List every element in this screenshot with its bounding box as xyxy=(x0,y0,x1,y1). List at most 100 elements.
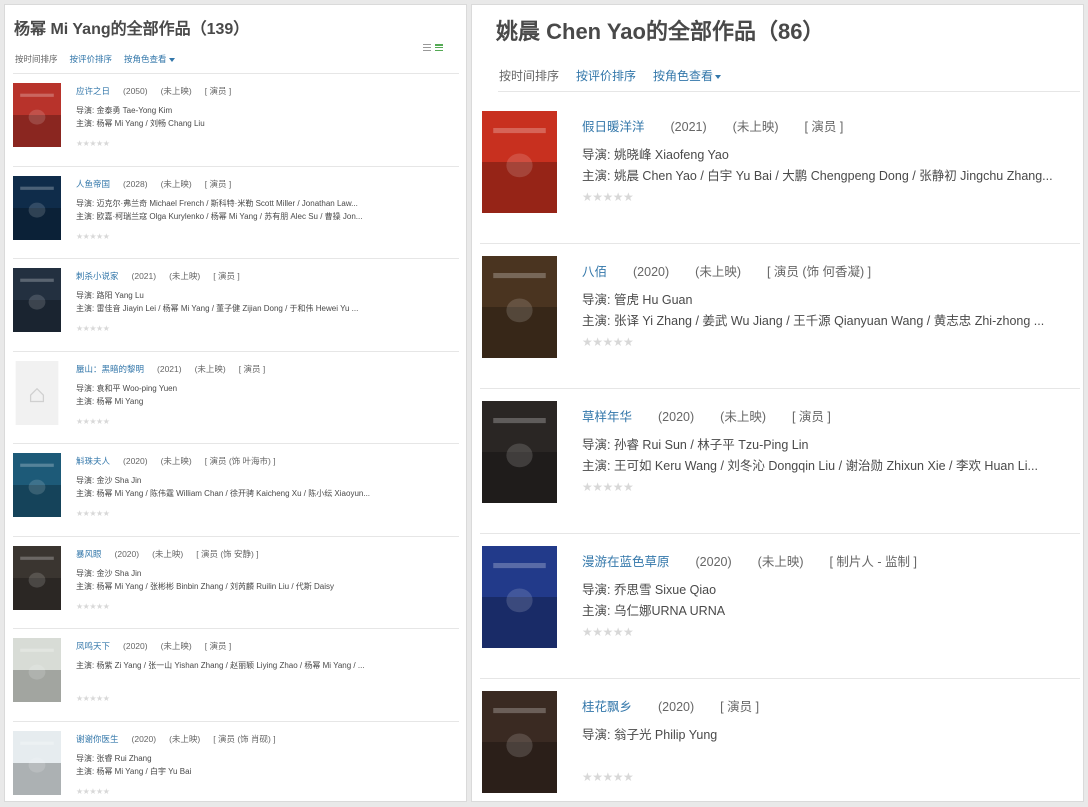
film-cast: 主演: 杨幂 Mi Yang / 陈伟霆 William Chan / 徐开骋 … xyxy=(76,489,371,498)
film-poster[interactable] xyxy=(482,401,557,503)
rating-stars: ★★★★★ xyxy=(582,770,634,784)
film-role: [ 演员 ] xyxy=(213,271,240,281)
film-year: (2021) xyxy=(131,271,157,281)
film-role: [ 演员 ] xyxy=(204,86,232,96)
film-director: 导演: 孙睿 Rui Sun / 林子平 Tzu-Ping Lin xyxy=(582,438,809,452)
film-status: (未上映) xyxy=(160,86,192,96)
film-title-link[interactable]: 斛珠夫人 xyxy=(76,455,110,467)
divider xyxy=(480,533,1080,534)
film-poster[interactable] xyxy=(482,111,557,213)
film-status: (未上映) xyxy=(732,120,779,134)
rating-stars: ★★★★★ xyxy=(76,509,110,518)
film-poster[interactable] xyxy=(13,268,61,332)
film-year: (2020) xyxy=(114,548,140,559)
film-title-link[interactable]: 漫游在蓝色草原 xyxy=(582,551,670,570)
film-cast: 主演: 杨幂 Mi Yang xyxy=(76,396,144,406)
film-director: 导演: 姚晓峰 Xiaofeng Yao xyxy=(582,148,729,162)
film-director: 导演: 金沙 Sha Jin xyxy=(76,568,142,578)
film-poster[interactable] xyxy=(482,546,557,648)
film-header: 草样年华 (2020) (未上映) [ 演员 ] xyxy=(582,406,831,425)
film-director: 导演: 路阳 Yang Lu xyxy=(76,291,144,300)
sort-by-rating[interactable]: 按评价排序 xyxy=(576,67,636,84)
film-role: [ 演员 ] xyxy=(791,410,831,424)
film-poster[interactable] xyxy=(13,360,61,425)
film-role: [ 演员 (饰 何香凝) ] xyxy=(766,265,872,279)
view-switcher xyxy=(423,44,443,51)
film-year: (2020) xyxy=(695,555,732,569)
film-status: (未上映) xyxy=(169,733,201,744)
film-poster[interactable] xyxy=(13,545,61,610)
sort-by-role[interactable]: 按角色查看 xyxy=(124,53,175,65)
film-status: (未上映) xyxy=(152,548,184,559)
divider xyxy=(13,258,459,259)
sort-bar: 按时间排序 按评价排序 按角色查看 xyxy=(499,67,722,84)
film-status: (未上映) xyxy=(757,555,804,569)
film-cast: 主演: 雷佳音 Jiayin Lei / 杨幂 Mi Yang / 董子健 Zi… xyxy=(76,304,359,313)
film-title-link[interactable]: 应许之日 xyxy=(76,85,110,97)
film-poster[interactable] xyxy=(482,691,557,793)
rating-stars: ★★★★★ xyxy=(582,625,634,639)
film-year: (2020) xyxy=(633,265,670,279)
film-title-link[interactable]: 假日暖洋洋 xyxy=(582,116,645,135)
film-title-link[interactable]: 蜃山：黑暗的黎明 xyxy=(76,363,144,375)
film-poster[interactable] xyxy=(482,256,557,358)
grid-view-icon[interactable] xyxy=(435,44,443,51)
divider xyxy=(480,388,1080,389)
film-role: [ 演员 (饰 肖砚) ] xyxy=(213,733,276,744)
film-header: 漫游在蓝色草原 (2020) (未上映) [ 制片人 - 监制 ] xyxy=(582,551,917,570)
film-role: [ 演员 ] xyxy=(804,120,844,134)
film-poster[interactable] xyxy=(13,638,61,702)
divider xyxy=(480,678,1080,679)
sort-by-rating[interactable]: 按评价排序 xyxy=(70,53,113,65)
film-title-link[interactable]: 凤鸣天下 xyxy=(76,640,110,652)
film-title-link[interactable]: 暴风眼 xyxy=(76,548,102,560)
film-poster[interactable] xyxy=(13,453,61,517)
film-cast: 主演: 杨幂 Mi Yang / 白宇 Yu Bai xyxy=(76,766,192,776)
film-director: 导演: 金沙 Sha Jin xyxy=(76,476,142,485)
left-filmography-panel: 杨幂 Mi Yang的全部作品（139） 按时间排序 按评价排序 按角色查看 应… xyxy=(4,4,467,802)
film-item: 假日暖洋洋 (2021) (未上映) [ 演员 ] 导演: 姚晓峰 Xiaofeng Y… xyxy=(472,102,1083,247)
film-item: 斛珠夫人 (2020) (未上映) [ 演员 (饰 叶海市) ] 导演: 金沙 Sha … xyxy=(5,447,466,540)
film-status: (未上映) xyxy=(194,363,226,374)
film-director: 导演: 金泰勇 Tae-Yong Kim xyxy=(76,106,173,115)
sort-by-role[interactable]: 按角色查看 xyxy=(653,67,722,84)
film-cast: 主演: 杨紫 Zi Yang / 张一山 Yishan Zhang / 赵丽颖 … xyxy=(76,661,365,670)
film-status: (未上映) xyxy=(720,410,766,424)
film-role: [ 演员 ] xyxy=(238,363,266,374)
film-item: 漫游在蓝色草原 (2020) (未上映) [ 制片人 - 监制 ] 导演: 乔思雪 Si… xyxy=(472,537,1083,682)
film-header: 八佰 (2020) (未上映) [ 演员 (饰 何香凝) ] xyxy=(582,261,871,280)
film-item: 谢谢你医生 (2020) (未上映) [ 演员 (饰 肖砚) ] 导演: 张睿 Rui … xyxy=(5,725,466,802)
film-director: 导演: 乔思雪 Sixue Qiao xyxy=(582,583,717,597)
film-role: [ 演员 (饰 叶海市) ] xyxy=(204,456,276,466)
film-title-link[interactable]: 桂花飘乡 xyxy=(582,696,632,715)
film-header: 斛珠夫人 (2020) (未上映) [ 演员 (饰 叶海市) ] xyxy=(76,455,276,467)
film-title-link[interactable]: 人鱼帝国 xyxy=(76,178,110,190)
film-title-link[interactable]: 草样年华 xyxy=(582,406,632,425)
rating-stars: ★★★★★ xyxy=(76,324,110,333)
film-year: (2050) xyxy=(123,86,148,96)
film-poster[interactable] xyxy=(13,83,61,147)
film-role: [ 制片人 - 监制 ] xyxy=(829,555,917,569)
rating-stars: ★★★★★ xyxy=(582,480,634,494)
sort-by-time[interactable]: 按时间排序 xyxy=(15,53,58,65)
film-title-link[interactable]: 谢谢你医生 xyxy=(76,733,119,745)
sort-bar: 按时间排序 按评价排序 按角色查看 xyxy=(15,53,175,65)
list-view-icon[interactable] xyxy=(423,44,431,51)
film-title-link[interactable]: 刺杀小说家 xyxy=(76,270,119,282)
film-header: 凤鸣天下 (2020) (未上映) [ 演员 ] xyxy=(76,640,231,652)
film-header: 蜃山：黑暗的黎明 (2021) (未上映) [ 演员 ] xyxy=(76,363,265,375)
divider xyxy=(13,73,459,74)
film-header: 刺杀小说家 (2021) (未上映) [ 演员 ] xyxy=(76,270,240,282)
sort-by-time[interactable]: 按时间排序 xyxy=(499,67,559,84)
film-poster[interactable] xyxy=(13,175,61,240)
film-poster[interactable] xyxy=(13,730,61,795)
page-title: 姚晨 Chen Yao的全部作品（86） xyxy=(496,19,825,44)
rating-stars: ★★★★★ xyxy=(582,190,634,204)
divider xyxy=(480,243,1080,244)
film-item: 蜃山：黑暗的黎明 (2021) (未上映) [ 演员 ] 导演: 袁和平 Woo-pin… xyxy=(5,355,466,448)
film-title-link[interactable]: 八佰 xyxy=(582,261,607,280)
film-role: [ 演员 ] xyxy=(204,641,232,651)
sort-by-role-label: 按角色查看 xyxy=(653,69,714,83)
film-status: (未上映) xyxy=(160,456,192,466)
film-header: 暴风眼 (2020) (未上映) [ 演员 (饰 安静) ] xyxy=(76,548,259,560)
